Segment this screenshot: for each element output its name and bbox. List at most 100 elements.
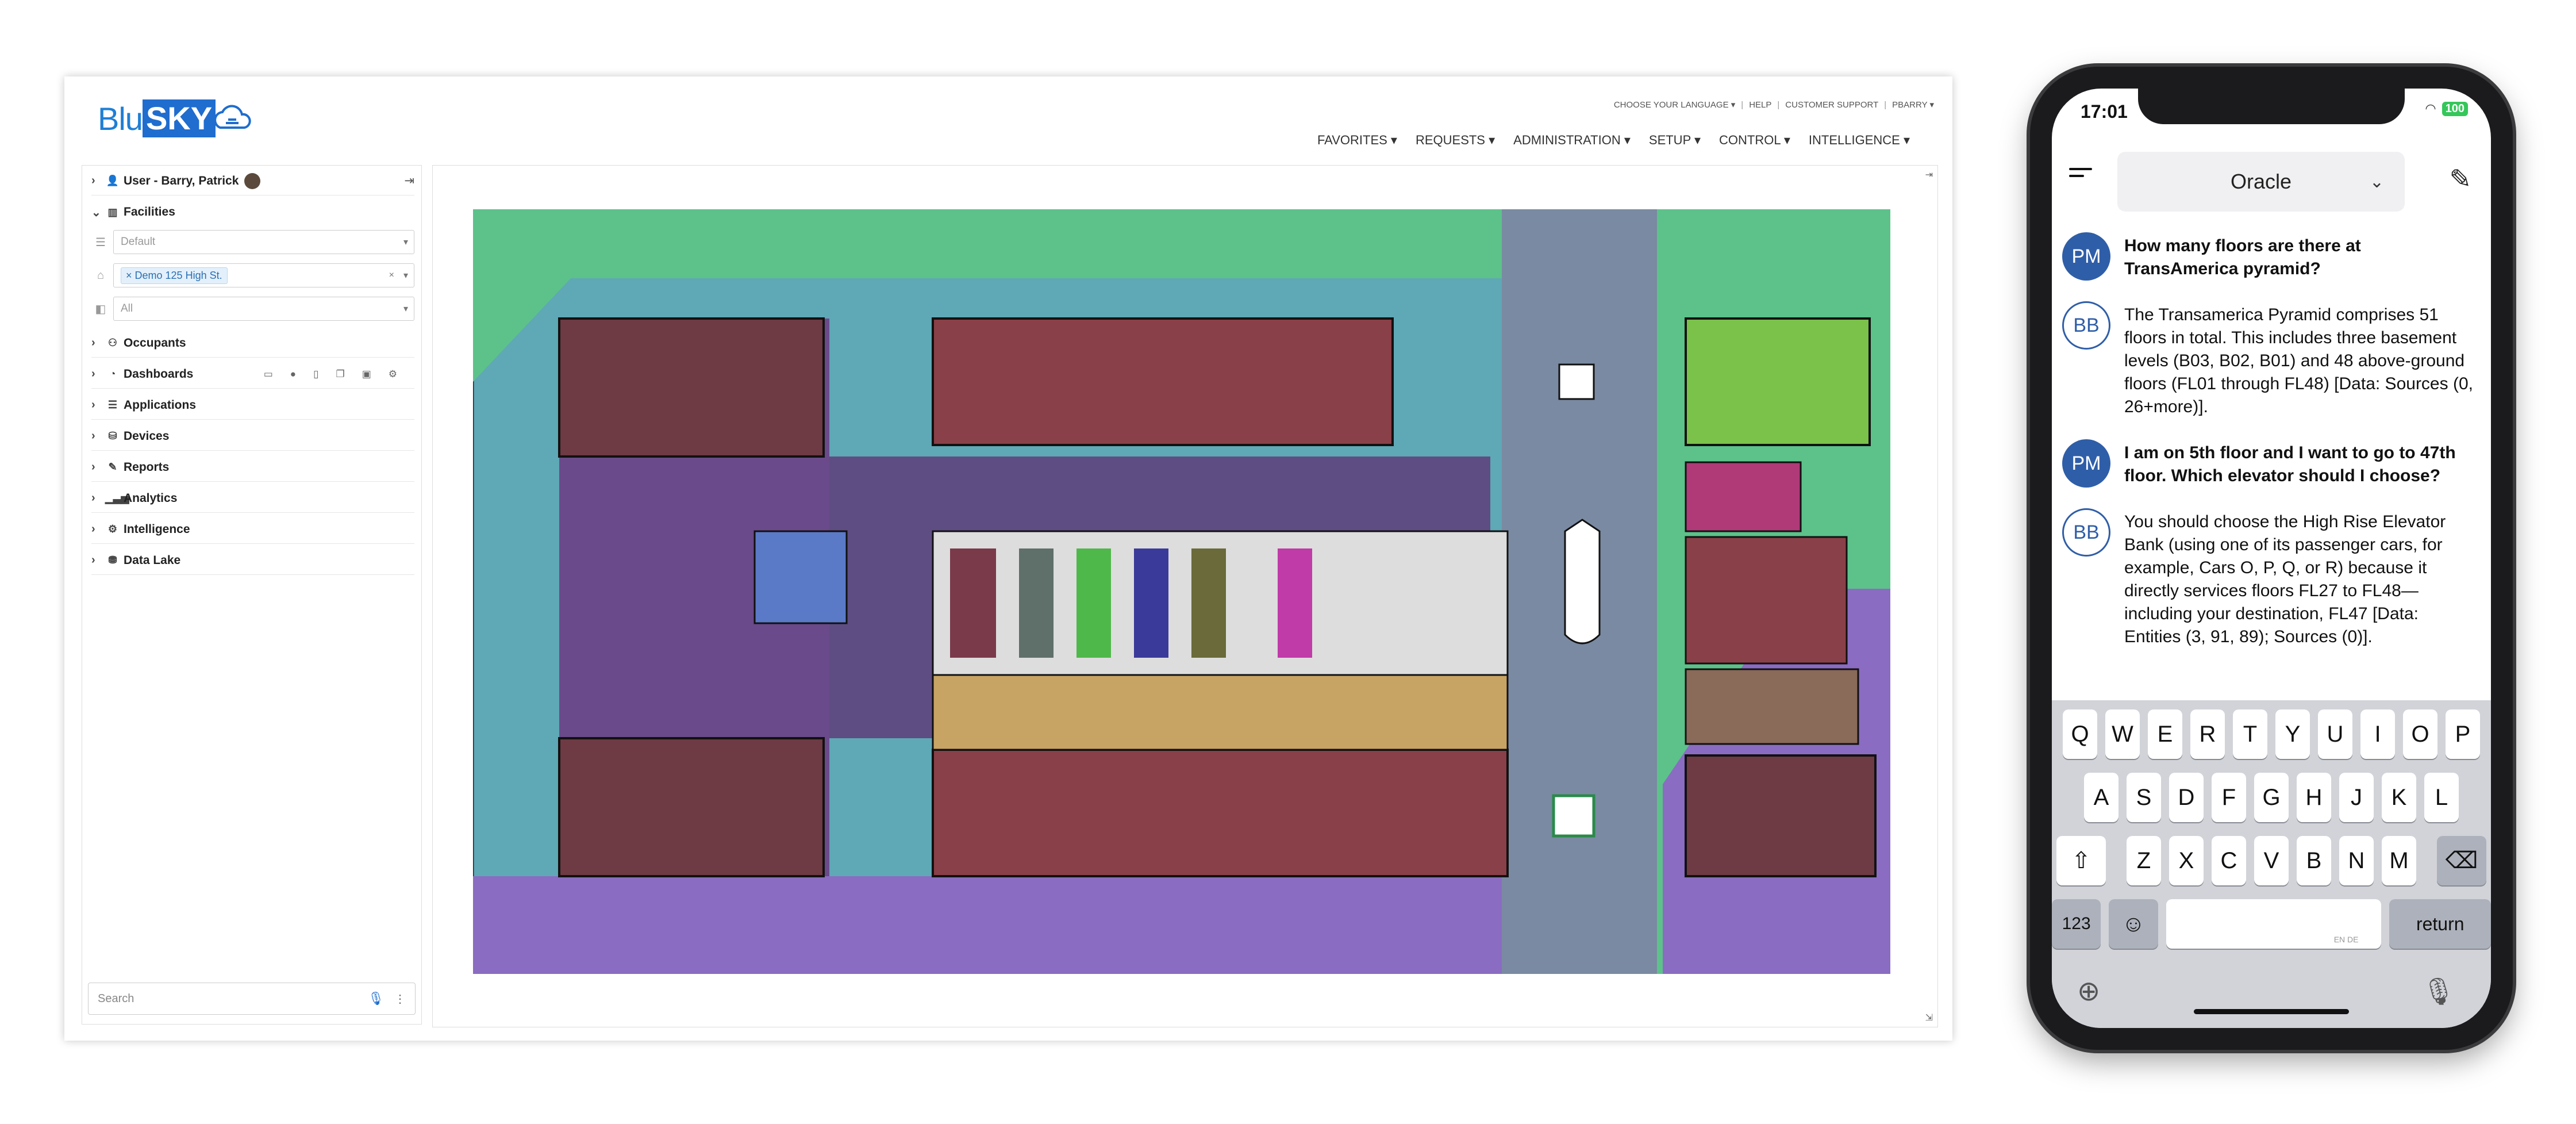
- site-select[interactable]: × Demo 125 High St. × ▾: [113, 263, 414, 287]
- key-p[interactable]: P: [2446, 709, 2480, 759]
- settings-icon[interactable]: ⚙: [389, 369, 397, 380]
- user-icon: 👤: [106, 175, 120, 186]
- expand-icon[interactable]: ⇥: [1925, 169, 1933, 181]
- nav-intelligence[interactable]: INTELLIGENCE ▾: [1809, 133, 1910, 148]
- user-menu-link[interactable]: PBARRY ▾: [1892, 99, 1934, 110]
- trash-icon[interactable]: ▯: [313, 369, 318, 380]
- sidebar-item-dashboards[interactable]: › ◔ Dashboards ▭ ● ▯ ❐ ▣ ⚙: [91, 360, 414, 389]
- person-icon[interactable]: ●: [290, 369, 296, 380]
- chevron-right-icon[interactable]: ›: [91, 174, 105, 187]
- globe-icon[interactable]: ⊕: [2077, 975, 2100, 1007]
- key-v[interactable]: V: [2254, 836, 2289, 885]
- key-y[interactable]: Y: [2275, 709, 2310, 759]
- nav-administration[interactable]: ADMINISTRATION ▾: [1513, 133, 1631, 148]
- logout-icon[interactable]: ⇥: [404, 174, 414, 188]
- room-e-brown: [1685, 668, 1859, 745]
- key-c[interactable]: C: [2212, 836, 2246, 885]
- key-w[interactable]: W: [2105, 709, 2140, 759]
- key-t[interactable]: T: [2233, 709, 2267, 759]
- sidebar-facilities-row[interactable]: ⌄ ▥ Facilities: [91, 198, 414, 227]
- resize-icon[interactable]: ⇲: [1925, 1012, 1933, 1023]
- sidebar-item-occupants[interactable]: › ⚇ Occupants: [91, 329, 414, 358]
- sidebar-item-reports[interactable]: › ✎ Reports: [91, 453, 414, 482]
- chevron-right-icon: ›: [91, 367, 95, 380]
- help-link[interactable]: HELP: [1749, 100, 1771, 110]
- key-b[interactable]: B: [2297, 836, 2331, 885]
- chevron-right-icon: ›: [91, 554, 95, 566]
- key-r[interactable]: R: [2190, 709, 2225, 759]
- nav-requests[interactable]: REQUESTS ▾: [1416, 133, 1495, 148]
- clear-icon[interactable]: ×: [389, 270, 394, 281]
- key-m[interactable]: M: [2382, 836, 2416, 885]
- fountain: [1564, 519, 1601, 645]
- building-icon: ▥: [107, 206, 118, 218]
- model-selector[interactable]: Oracle ⌄: [2117, 152, 2405, 212]
- language-link[interactable]: CHOOSE YOUR LANGUAGE ▾: [1614, 99, 1735, 110]
- site-tag[interactable]: × Demo 125 High St.: [121, 267, 228, 284]
- sidebar-item-intelligence[interactable]: › ⚙ Intelligence: [91, 515, 414, 544]
- key-e[interactable]: E: [2148, 709, 2182, 759]
- menu-icon[interactable]: [2069, 168, 2092, 182]
- chevron-down-icon[interactable]: ⌄: [91, 205, 105, 220]
- copy-icon[interactable]: ❐: [336, 369, 344, 380]
- sidebar-item-devices[interactable]: › ⛁ Devices: [91, 422, 414, 451]
- level-filter-row: ☰ Default ▾: [88, 229, 414, 255]
- microphone-icon[interactable]: 🎙: [368, 991, 384, 1006]
- analytics-icon: ▁▃▅: [105, 492, 129, 504]
- key-j[interactable]: J: [2339, 773, 2374, 822]
- key-q[interactable]: Q: [2063, 709, 2097, 759]
- save-icon[interactable]: ▣: [362, 369, 371, 380]
- occupants-icon: ⚇: [107, 337, 118, 348]
- key-h[interactable]: H: [2297, 773, 2331, 822]
- key-f[interactable]: F: [2212, 773, 2246, 822]
- keyboard-row-2: ASDFGHJKL: [2052, 773, 2491, 822]
- key-a[interactable]: A: [2084, 773, 2119, 822]
- calendar-icon[interactable]: ▭: [264, 369, 273, 380]
- key-d[interactable]: D: [2169, 773, 2204, 822]
- key-g[interactable]: G: [2254, 773, 2289, 822]
- floorplan-viewer[interactable]: ⇥ ⇲: [432, 165, 1938, 1027]
- key-x[interactable]: X: [2169, 836, 2204, 885]
- key-i[interactable]: I: [2360, 709, 2395, 759]
- shift-key[interactable]: ⇧: [2056, 836, 2106, 885]
- compose-icon[interactable]: ✎: [2449, 163, 2471, 194]
- sidebar-item-analytics[interactable]: › ▁▃▅ Analytics: [91, 484, 414, 513]
- microphone-icon[interactable]: 🎙: [2422, 976, 2455, 1007]
- logo-text-sky: SKY: [142, 99, 216, 137]
- sidebar-item-data-lake[interactable]: › ⛃ Data Lake: [91, 546, 414, 575]
- sidebar-item-applications[interactable]: › ☰ Applications: [91, 391, 414, 420]
- phone-screen: 17:01 ◠ 100 Oracle ⌄ ✎ PM How many floor…: [2052, 89, 2491, 1028]
- key-l[interactable]: L: [2424, 773, 2459, 822]
- key-o[interactable]: O: [2403, 709, 2437, 759]
- key-n[interactable]: N: [2339, 836, 2374, 885]
- purple-zone-bottom: [473, 876, 1508, 974]
- backspace-key[interactable]: ⌫: [2437, 836, 2486, 885]
- more-vertical-icon[interactable]: ⋮: [394, 992, 406, 1006]
- emoji-icon[interactable]: ☺: [2109, 899, 2158, 949]
- numbers-key[interactable]: 123: [2052, 899, 2101, 949]
- space-key[interactable]: EN DE: [2166, 899, 2382, 949]
- devices-icon: ⛁: [108, 430, 117, 442]
- room-north: [932, 317, 1394, 446]
- blusky-logo[interactable]: Blu SKY: [98, 98, 252, 139]
- model-name: Oracle: [2230, 170, 2292, 193]
- floor-select[interactable]: All ▾: [113, 297, 414, 321]
- nav-favorites[interactable]: FAVORITES ▾: [1317, 133, 1397, 148]
- dashboard-tools: ▭ ● ▯ ❐ ▣ ⚙: [264, 369, 397, 380]
- key-k[interactable]: K: [2382, 773, 2416, 822]
- caret-down-icon: ▾: [403, 237, 408, 247]
- key-u[interactable]: U: [2318, 709, 2352, 759]
- floorplan-map[interactable]: [473, 209, 1890, 974]
- search-field[interactable]: Search 🎙 ⋮: [88, 983, 416, 1015]
- customer-support-link[interactable]: CUSTOMER SUPPORT: [1785, 100, 1878, 110]
- avatar-pm: PM: [2062, 232, 2110, 281]
- key-z[interactable]: Z: [2127, 836, 2161, 885]
- user-label: User - Barry, Patrick: [124, 174, 239, 187]
- level-select[interactable]: Default ▾: [113, 230, 414, 254]
- core-room-2: [1019, 548, 1054, 658]
- nav-setup[interactable]: SETUP ▾: [1649, 133, 1701, 148]
- nav-control[interactable]: CONTROL ▾: [1719, 133, 1790, 148]
- key-s[interactable]: S: [2127, 773, 2161, 822]
- sidebar-user-row[interactable]: › 👤 User - Barry, Patrick ⇥: [91, 167, 414, 195]
- return-key[interactable]: return: [2389, 899, 2491, 949]
